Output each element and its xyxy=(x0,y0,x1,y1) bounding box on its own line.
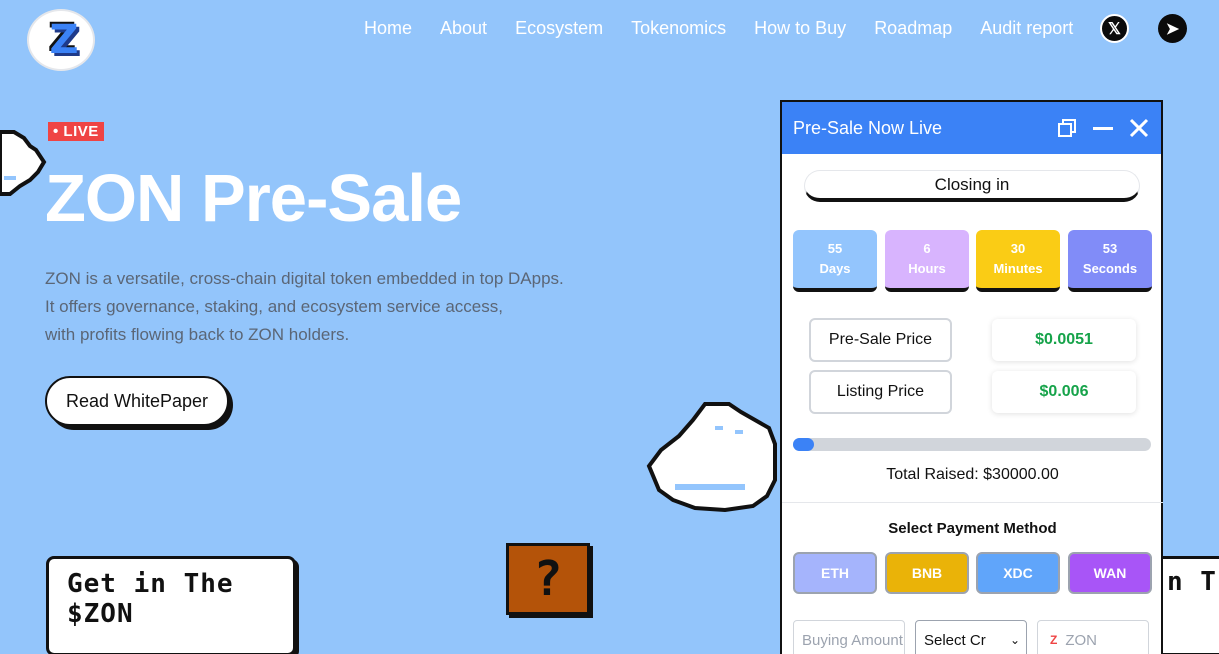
bubble-line: $ZON xyxy=(67,599,134,629)
nav-audit-report[interactable]: Audit report xyxy=(980,18,1073,39)
hero-description: ZON is a versatile, cross-chain digital … xyxy=(45,265,645,349)
nav-roadmap[interactable]: Roadmap xyxy=(874,18,952,39)
nav-tokenomics[interactable]: Tokenomics xyxy=(631,18,726,39)
zon-logo[interactable]: Z xyxy=(27,9,95,71)
chevron-down-icon: ⌄ xyxy=(1009,633,1020,647)
zon-amount-placeholder: ZON xyxy=(1065,631,1098,649)
countdown-value: 53 xyxy=(1102,241,1118,256)
speech-bubble: Get in The $ZON xyxy=(46,556,296,654)
zon-token-icon: Z xyxy=(1050,633,1058,647)
countdown-value: 55 xyxy=(827,241,843,256)
select-currency-dropdown[interactable]: Select Cr ⌄ xyxy=(915,620,1027,654)
select-currency-value: Select Cr xyxy=(924,631,986,649)
nav-about[interactable]: About xyxy=(440,18,487,39)
raise-progress-fill xyxy=(793,438,815,451)
main-nav: Home About Ecosystem Tokenomics How to B… xyxy=(364,18,1101,39)
listing-price-label: Listing Price xyxy=(809,370,952,414)
live-badge: • LIVE xyxy=(48,122,104,141)
telegram-icon[interactable]: ➤ xyxy=(1158,14,1187,43)
widget-header: Pre-Sale Now Live xyxy=(782,102,1161,154)
buying-amount-input[interactable]: Buying Amount xyxy=(793,620,905,654)
widget-title: Pre-Sale Now Live xyxy=(793,117,943,138)
countdown-value: 6 xyxy=(923,241,931,256)
pay-eth-button[interactable]: ETH xyxy=(793,552,877,594)
countdown-hours: 6 Hours xyxy=(885,230,969,292)
divider xyxy=(782,502,1163,503)
total-raised: Total Raised: $30000.00 xyxy=(886,466,1059,483)
countdown-days: 55 Days xyxy=(793,230,877,292)
countdown-value: 30 xyxy=(1010,241,1026,256)
pay-wan-button[interactable]: WAN xyxy=(1068,552,1152,594)
countdown-unit: Hours xyxy=(908,261,946,276)
cloud-shade xyxy=(715,426,723,430)
read-whitepaper-button[interactable]: Read WhitePaper xyxy=(45,376,229,426)
cloud-shade xyxy=(735,430,743,434)
page-title: ZON Pre-Sale xyxy=(45,161,462,236)
presale-price-value: $0.0051 xyxy=(992,319,1136,361)
restore-icon[interactable] xyxy=(1056,117,1078,139)
cloud-shade xyxy=(675,484,745,490)
zon-amount-input[interactable]: Z ZON xyxy=(1037,620,1149,654)
hero-description-line: It offers governance, staking, and ecosy… xyxy=(45,297,503,316)
closing-in-label: Closing in xyxy=(804,170,1140,202)
countdown-minutes: 30 Minutes xyxy=(976,230,1060,292)
presale-price-label: Pre-Sale Price xyxy=(809,318,952,362)
raise-progress-bar xyxy=(793,438,1151,451)
hero-description-line: ZON is a versatile, cross-chain digital … xyxy=(45,269,564,288)
pay-xdc-button[interactable]: XDC xyxy=(976,552,1060,594)
nav-ecosystem[interactable]: Ecosystem xyxy=(515,18,603,39)
hero-description-line: with profits flowing back to ZON holders… xyxy=(45,325,350,344)
countdown-unit: Minutes xyxy=(993,261,1043,276)
bubble-line: n T xyxy=(1167,567,1217,597)
countdown-unit: Days xyxy=(819,261,851,276)
presale-widget: Pre-Sale Now Live Closing in 55 Days 6 H… xyxy=(780,100,1163,654)
close-icon[interactable] xyxy=(1128,117,1150,139)
x-twitter-icon[interactable]: 𝕏 xyxy=(1100,14,1129,43)
minimize-icon[interactable] xyxy=(1092,117,1114,139)
nav-how-to-buy[interactable]: How to Buy xyxy=(754,18,846,39)
question-block-icon: ? xyxy=(506,543,590,615)
pixel-cloud-left xyxy=(0,130,47,196)
countdown-seconds: 53 Seconds xyxy=(1068,230,1152,292)
nav-home[interactable]: Home xyxy=(364,18,412,39)
cloud-shade xyxy=(4,176,16,180)
pay-bnb-button[interactable]: BNB xyxy=(885,552,969,594)
bubble-line: Get in The xyxy=(67,569,234,599)
countdown-unit: Seconds xyxy=(1082,261,1138,276)
pixel-cloud-center xyxy=(646,402,777,512)
payment-method-title: Select Payment Method xyxy=(888,520,1057,537)
listing-price-value: $0.006 xyxy=(992,371,1136,413)
logo-letter: Z xyxy=(49,17,78,63)
